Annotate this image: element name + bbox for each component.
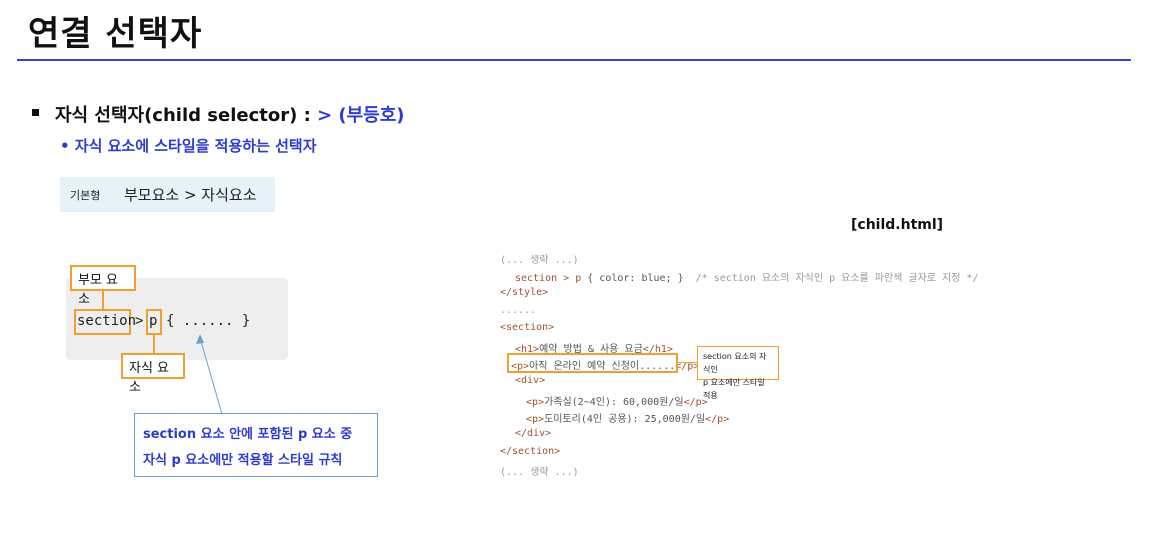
code-line-12: </section> bbox=[500, 446, 561, 457]
child-selector-description: • 자식 요소에 스타일을 적용하는 선택자 bbox=[60, 137, 317, 155]
callout-line-2: 자식 p 요소에만 적용할 스타일 규칙 bbox=[143, 453, 343, 468]
diagram-gt: > bbox=[135, 313, 144, 329]
code-line-2: section > p { color: blue; } /* section … bbox=[500, 269, 978, 284]
operator-label: > (부등호) bbox=[317, 105, 405, 126]
child-element-label: 자식 요소 bbox=[121, 353, 185, 395]
child-selector-heading: 자식 선택자(child selector) : > (부등호) bbox=[55, 101, 405, 127]
parent-element-label: 부모 요소 bbox=[70, 265, 136, 307]
code-rule-body: { color: blue; } bbox=[581, 273, 684, 284]
code-line-9: <p>가족실(2~4인): 60,000원/일</p> bbox=[526, 393, 708, 408]
code-line-4: ...... bbox=[500, 305, 537, 316]
code-note-box: section 요소의 자식인 p 요소에만 스타일 적용 bbox=[697, 346, 779, 400]
code-p-highlight bbox=[507, 353, 678, 373]
parent-connector bbox=[102, 291, 104, 309]
callout-box: section 요소 안에 포함된 p 요소 중 자식 p 요소에만 적용할 스… bbox=[134, 413, 378, 477]
code-line-5: <section> bbox=[500, 322, 555, 333]
diagram-rest: { ...... } bbox=[166, 313, 251, 329]
file-label: [child.html] bbox=[851, 217, 944, 233]
code-note-connector bbox=[678, 362, 697, 363]
page-title: 연결 선택자 bbox=[28, 14, 203, 54]
p-text-2: 가족실(2~4인): 60,000원/일 bbox=[544, 397, 684, 408]
p-text-3: 도미토리(4인 공용): 25,000원/일 bbox=[544, 414, 706, 425]
title-divider bbox=[17, 59, 1131, 61]
code-line-3: </style> bbox=[500, 287, 549, 298]
p-open-tag-3: <p> bbox=[526, 414, 545, 425]
code-line-11: </div> bbox=[515, 428, 552, 439]
callout-arrow bbox=[196, 334, 223, 415]
diagram-p: p bbox=[149, 313, 158, 329]
p-close-tag-3: </p> bbox=[705, 414, 730, 425]
code-line-13: (... 생략 ...) bbox=[500, 467, 579, 478]
basic-form-tag: 기본형 bbox=[70, 189, 101, 202]
square-bullet-icon bbox=[32, 109, 39, 116]
callout-line-1: section 요소 안에 포함된 p 요소 중 bbox=[143, 427, 353, 442]
diagram-section: section bbox=[77, 313, 137, 329]
child-selector-prefix: 자식 선택자(child selector) : bbox=[55, 105, 318, 126]
code-note-line-1: section 요소의 자식인 bbox=[703, 352, 767, 374]
p-open-tag-2: <p> bbox=[526, 397, 545, 408]
child-connector bbox=[153, 335, 155, 353]
code-line-1: (... 생략 ...) bbox=[500, 255, 579, 266]
code-line-8: <div> bbox=[515, 375, 546, 386]
code-note-line-2: p 요소에만 스타일 적용 bbox=[703, 378, 765, 400]
basic-form-box: 기본형 부모요소 > 자식요소 bbox=[60, 177, 275, 212]
code-comment: /* section 요소의 자식인 p 요소를 파란색 글자로 지정 */ bbox=[683, 273, 979, 284]
code-line-10: <p>도미토리(4인 공용): 25,000원/일</p> bbox=[526, 410, 729, 425]
code-selector: section > p bbox=[515, 273, 582, 284]
basic-form-expression: 부모요소 > 자식요소 bbox=[124, 186, 257, 204]
